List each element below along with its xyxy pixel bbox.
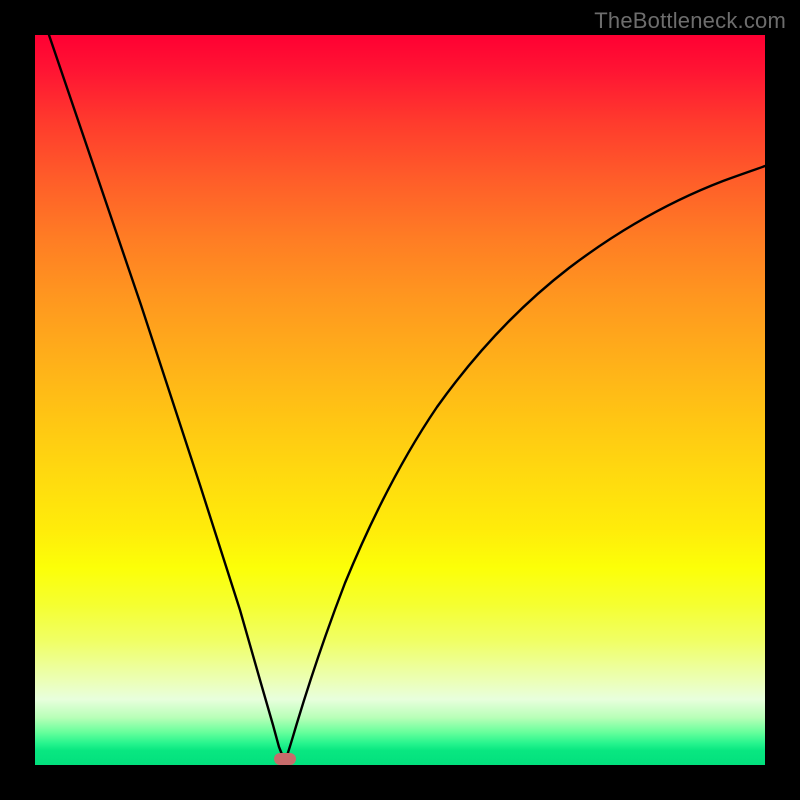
plot-area (35, 35, 765, 765)
chart-frame: TheBottleneck.com (0, 0, 800, 800)
watermark-text: TheBottleneck.com (594, 8, 786, 34)
minimum-marker (274, 753, 296, 765)
curve-left-branch (49, 35, 285, 761)
bottleneck-curve (35, 35, 765, 765)
curve-right-branch (285, 166, 765, 761)
